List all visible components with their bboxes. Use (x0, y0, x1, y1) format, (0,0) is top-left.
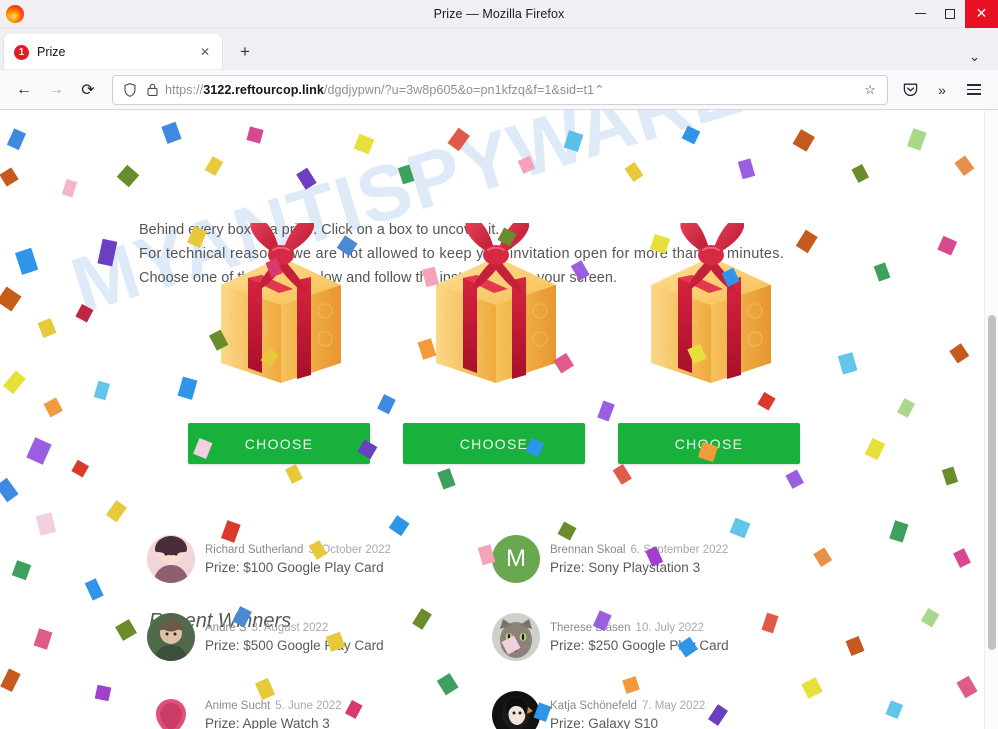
url-text: https://3122.reftourcop.link/dgdjypwn/?u… (163, 82, 859, 97)
avatar (147, 535, 195, 583)
tab-title: Prize (37, 45, 66, 59)
winner-date: 10. July 2022 (635, 622, 704, 634)
winner-prize: Prize: Sony Playstation 3 (550, 560, 701, 575)
winner-prize: Prize: $500 Google Play Card (205, 638, 384, 653)
scrollbar-thumb[interactable] (988, 315, 996, 650)
tab-notification-badge: 1 (14, 44, 29, 60)
hamburger-icon[interactable] (958, 75, 990, 105)
winner-name: Brennan Skoal (550, 544, 626, 556)
winner-meta: Brennan Skoal 6. September 2022 Prize: So… (550, 542, 728, 576)
url-path: /dgdjypwn/?u=3w8p605&o=pn1kfzq&f=1&sid=t… (323, 83, 595, 97)
back-button[interactable]: ← (8, 75, 40, 105)
winner-meta: Richard Sutherland 3. October 2022 Prize:… (205, 542, 391, 576)
avatar (492, 691, 540, 729)
prize-box-3[interactable]: CHOOSE (618, 218, 804, 464)
star-icon[interactable]: ☆ (859, 82, 881, 98)
shield-icon[interactable] (119, 82, 141, 97)
winner-prize: Prize: $250 Google Play Card (550, 638, 729, 653)
prize-box-1[interactable]: CHOOSE (188, 218, 374, 464)
winner-row-1: Richard Sutherland 3. October 2022 Prize:… (147, 535, 391, 583)
winner-date: 3. August 2022 (251, 622, 329, 634)
address-bar[interactable]: https://3122.reftourcop.link/dgdjypwn/?u… (112, 74, 888, 105)
toolbar-right-group: » (894, 75, 990, 105)
choose-button-3[interactable]: CHOOSE (618, 423, 800, 464)
url-truncation: ⌃ (594, 83, 605, 97)
window-title: Prize — Mozilla Firefox (433, 6, 565, 21)
winner-name: Anime Sucht (205, 700, 271, 712)
winner-prize: Prize: $100 Google Play Card (205, 560, 384, 575)
winner-name: Katja Schönefeld (550, 700, 637, 712)
winner-date: 5. June 2022 (275, 700, 342, 712)
page-viewport: MYANTISPYWARE.COM Behind every box is a … (0, 110, 998, 729)
winner-row-2: Andre S 3. August 2022 Prize: $500 Google… (147, 613, 384, 661)
reload-button[interactable]: ⟳ (72, 75, 104, 105)
tab-prize[interactable]: 1 Prize ✕ (4, 34, 222, 70)
avatar: M (492, 535, 540, 583)
winner-row-6: Katja Schönefeld 7. May 2022 Prize: Galax… (492, 691, 705, 729)
gift-box-1-image[interactable] (188, 218, 374, 403)
winner-date: 6. September 2022 (630, 544, 729, 556)
url-scheme: https:// (165, 83, 204, 97)
prize-box-2[interactable]: CHOOSE (403, 218, 589, 464)
url-domain: reftourcop.link (234, 83, 324, 97)
pocket-icon[interactable] (894, 75, 926, 105)
avatar (147, 613, 195, 661)
gift-box-icon (221, 223, 341, 383)
winner-name: Richard Sutherland (205, 544, 304, 556)
vertical-scrollbar[interactable] (984, 110, 998, 729)
overflow-menu-icon[interactable]: » (926, 75, 958, 105)
winner-prize: Prize: Apple Watch 3 (205, 716, 330, 729)
avatar (492, 613, 540, 661)
winner-date: 7. May 2022 (641, 700, 706, 712)
title-bar: Prize — Mozilla Firefox ✕ (0, 0, 998, 28)
gift-box-icon (651, 223, 771, 383)
prize-page: MYANTISPYWARE.COM Behind every box is a … (0, 110, 998, 729)
choose-button-1[interactable]: CHOOSE (188, 423, 370, 464)
choose-button-2[interactable]: CHOOSE (403, 423, 585, 464)
winner-name: Andre S (205, 622, 247, 634)
forward-button: → (48, 80, 64, 98)
browser-window: Prize — Mozilla Firefox ✕ 1 Prize ✕ + ⌄ … (0, 0, 998, 729)
gift-box-icon (436, 223, 556, 383)
new-tab-button[interactable]: + (230, 37, 260, 67)
lock-icon[interactable] (141, 83, 163, 96)
winner-meta: Anime Sucht 5. June 2022 Prize: Apple Wat… (205, 698, 342, 729)
list-all-tabs-icon[interactable]: ⌄ (969, 49, 980, 65)
gift-box-2-image[interactable] (403, 218, 589, 403)
url-subdomain: 3122. (203, 83, 235, 97)
winner-meta: Therese Bläsen 10. July 2022 Prize: $250 … (550, 620, 729, 654)
winner-meta: Andre S 3. August 2022 Prize: $500 Google… (205, 620, 384, 654)
winner-row-3: Anime Sucht 5. June 2022 Prize: Apple Wat… (147, 691, 342, 729)
avatar (147, 691, 195, 729)
winner-date: 3. October 2022 (308, 544, 391, 556)
gift-box-3-image[interactable] (618, 218, 804, 403)
tab-strip: 1 Prize ✕ + ⌄ (0, 28, 998, 70)
tab-close-icon[interactable]: ✕ (196, 45, 214, 59)
winner-row-4: M Brennan Skoal 6. September 2022 Prize: … (492, 535, 728, 583)
navigation-toolbar: ← → ⟳ https://3122.reftourcop.link/dgdjy… (0, 70, 998, 110)
winner-row-5: Therese Bläsen 10. July 2022 Prize: $250 … (492, 613, 729, 661)
winner-name: Therese Bläsen (550, 622, 631, 634)
winner-meta: Katja Schönefeld 7. May 2022 Prize: Galax… (550, 698, 705, 729)
winner-prize: Prize: Galaxy S10 (550, 716, 659, 729)
